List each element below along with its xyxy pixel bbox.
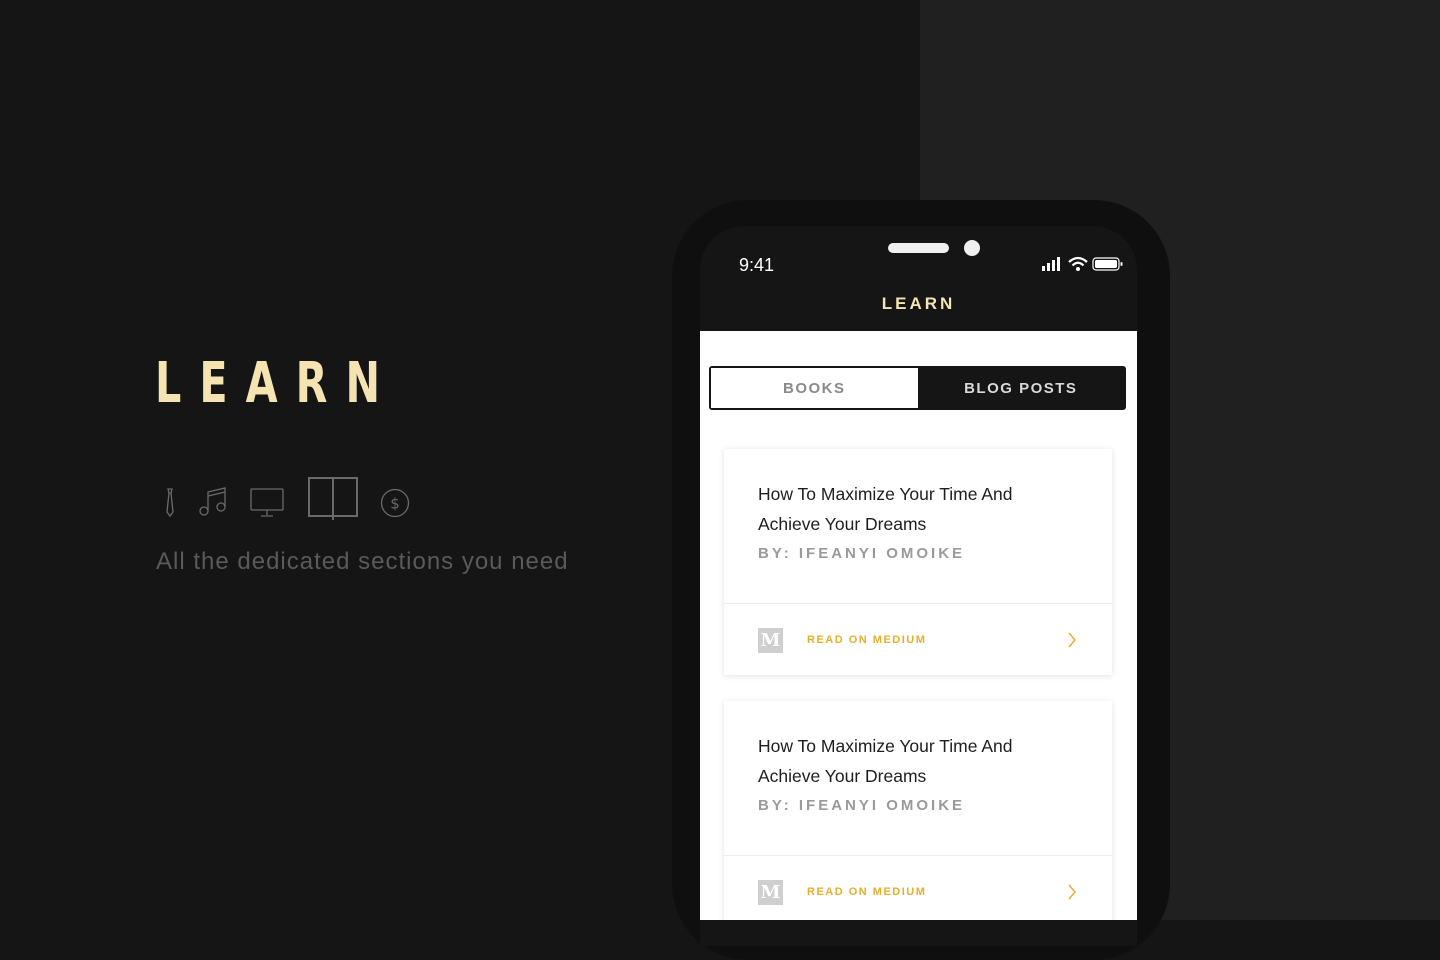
card-divider: [724, 855, 1112, 856]
medium-logo-icon: M: [758, 628, 783, 653]
speaker-grille: [888, 243, 949, 253]
nav-title: LEARN: [881, 294, 956, 313]
wifi-icon: [1068, 256, 1088, 271]
card-divider: [724, 603, 1112, 604]
battery-icon: [1092, 257, 1123, 271]
blog-post-card[interactable]: How To Maximize Your Time And Achieve Yo…: [724, 701, 1112, 920]
read-on-medium-link[interactable]: READ ON MEDIUM: [807, 634, 926, 646]
tie-icon: [166, 488, 174, 518]
segmented-control: BOOKS BLOG POSTS: [709, 366, 1126, 410]
signal-icon: [1042, 257, 1060, 271]
tab-books[interactable]: BOOKS: [711, 368, 918, 408]
hero-subtitle: All the dedicated sections you need: [156, 548, 569, 575]
post-title: How To Maximize Your Time And Achieve Yo…: [758, 484, 1013, 534]
svg-text:$: $: [390, 495, 400, 513]
status-time: 9:41: [739, 255, 775, 275]
blog-post-card[interactable]: How To Maximize Your Time And Achieve Yo…: [724, 449, 1112, 675]
read-on-medium-link[interactable]: READ ON MEDIUM: [807, 886, 926, 898]
hero-title: LEARN: [155, 351, 399, 416]
dollar-icon: $: [380, 488, 410, 518]
app-content: BOOKS BLOG POSTS How To Maximize Your Ti…: [700, 331, 1137, 920]
post-author: BY: IFEANYI OMOIKE: [758, 797, 966, 814]
chevron-right-icon[interactable]: [1066, 883, 1078, 901]
front-camera: [964, 240, 980, 256]
music-note-icon: [199, 487, 226, 516]
book-icon: [308, 477, 358, 520]
post-title: How To Maximize Your Time And Achieve Yo…: [758, 736, 1013, 786]
chevron-right-icon[interactable]: [1066, 631, 1078, 649]
section-icons: $: [156, 474, 426, 524]
tab-blog-posts[interactable]: BLOG POSTS: [917, 368, 1124, 408]
medium-logo-icon: M: [758, 880, 783, 905]
post-author: BY: IFEANYI OMOIKE: [758, 545, 966, 562]
monitor-icon: [250, 488, 284, 517]
